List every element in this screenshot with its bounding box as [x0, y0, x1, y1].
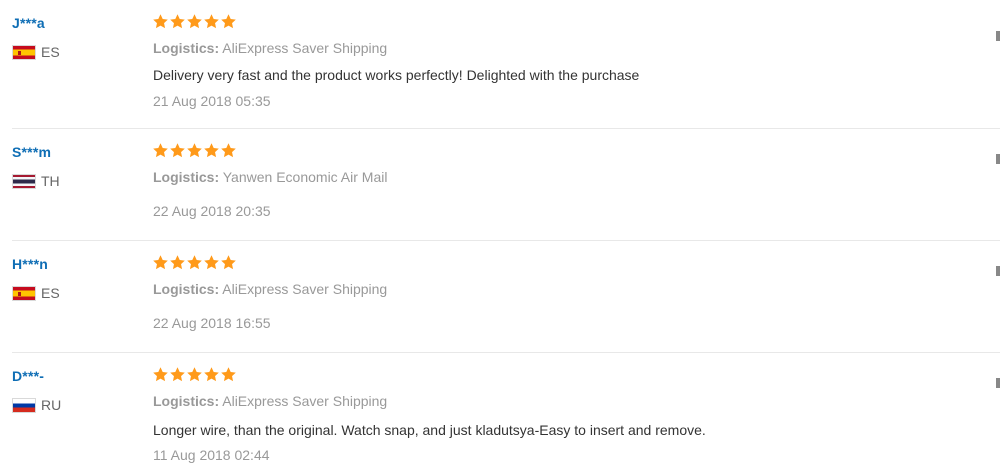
logistics-label: Logistics: [153, 393, 220, 409]
review-item: D***- RU Logistics: AliExpress Saver Shi… [0, 353, 1000, 466]
star-icon [169, 254, 186, 271]
review-item: H***n ES Logistics: AliExpress Saver Shi… [0, 241, 1000, 352]
reviewer-country: RU [12, 397, 61, 413]
star-icon [152, 254, 169, 271]
logistics-label: Logistics: [153, 169, 220, 185]
russia-flag-icon [12, 397, 36, 413]
star-icon [169, 366, 186, 383]
star-icon [152, 366, 169, 383]
logistics-label: Logistics: [153, 281, 220, 297]
helpful-toggle[interactable] [996, 378, 1000, 388]
logistics-info: Logistics: AliExpress Saver Shipping [153, 393, 387, 409]
review-date: 21 Aug 2018 05:35 [153, 93, 271, 109]
logistics-info: Logistics: AliExpress Saver Shipping [153, 281, 387, 297]
logistics-info: Logistics: Yanwen Economic Air Mail [153, 169, 387, 185]
reviewer-name[interactable]: S***m [12, 144, 51, 160]
logistics-label: Logistics: [153, 40, 220, 56]
thailand-flag-icon [12, 173, 36, 189]
helpful-toggle[interactable] [996, 266, 1000, 276]
star-icon [203, 366, 220, 383]
star-icon [220, 142, 237, 159]
review-comment: Delivery very fast and the product works… [153, 67, 640, 83]
star-icon [152, 13, 169, 30]
reviewer-name[interactable]: D***- [12, 368, 44, 384]
country-code: RU [41, 397, 62, 413]
logistics-value: AliExpress Saver Shipping [219, 40, 388, 56]
logistics-info: Logistics: AliExpress Saver Shipping [153, 40, 387, 56]
reviewer-country: TH [12, 173, 60, 189]
star-icon [186, 13, 203, 30]
logistics-value: Yanwen Economic Air Mail [219, 169, 388, 185]
spain-flag-icon [12, 285, 36, 301]
star-icon [152, 142, 169, 159]
reviewer-name[interactable]: H***n [12, 256, 48, 272]
review-comment: Longer wire, than the original. Watch sn… [153, 422, 706, 438]
star-icon [186, 366, 203, 383]
star-rating [152, 142, 237, 159]
star-icon [203, 142, 220, 159]
star-icon [220, 366, 237, 383]
review-item: S***m TH Logistics: Yanwen Economic Air … [0, 129, 1000, 240]
spain-flag-icon [12, 44, 36, 60]
review-item: J***a ES Logistics: AliExpress Saver Shi… [0, 0, 1000, 128]
reviewer-name[interactable]: J***a [12, 15, 45, 31]
star-icon [203, 13, 220, 30]
country-code: TH [41, 173, 60, 189]
review-date: 11 Aug 2018 02:44 [153, 447, 270, 463]
review-date: 22 Aug 2018 20:35 [153, 203, 271, 219]
country-code: ES [41, 285, 60, 301]
helpful-toggle[interactable] [996, 154, 1000, 164]
star-icon [220, 13, 237, 30]
star-icon [220, 254, 237, 271]
star-rating [152, 13, 237, 30]
country-code: ES [41, 44, 60, 60]
logistics-value: AliExpress Saver Shipping [219, 281, 388, 297]
star-icon [186, 254, 203, 271]
review-date: 22 Aug 2018 16:55 [153, 315, 271, 331]
logistics-value: AliExpress Saver Shipping [219, 393, 388, 409]
reviewer-country: ES [12, 285, 60, 301]
star-icon [169, 13, 186, 30]
star-rating [152, 254, 237, 271]
star-icon [186, 142, 203, 159]
star-icon [169, 142, 186, 159]
reviewer-country: ES [12, 44, 60, 60]
helpful-toggle[interactable] [996, 31, 1000, 41]
star-icon [203, 254, 220, 271]
star-rating [152, 366, 237, 383]
